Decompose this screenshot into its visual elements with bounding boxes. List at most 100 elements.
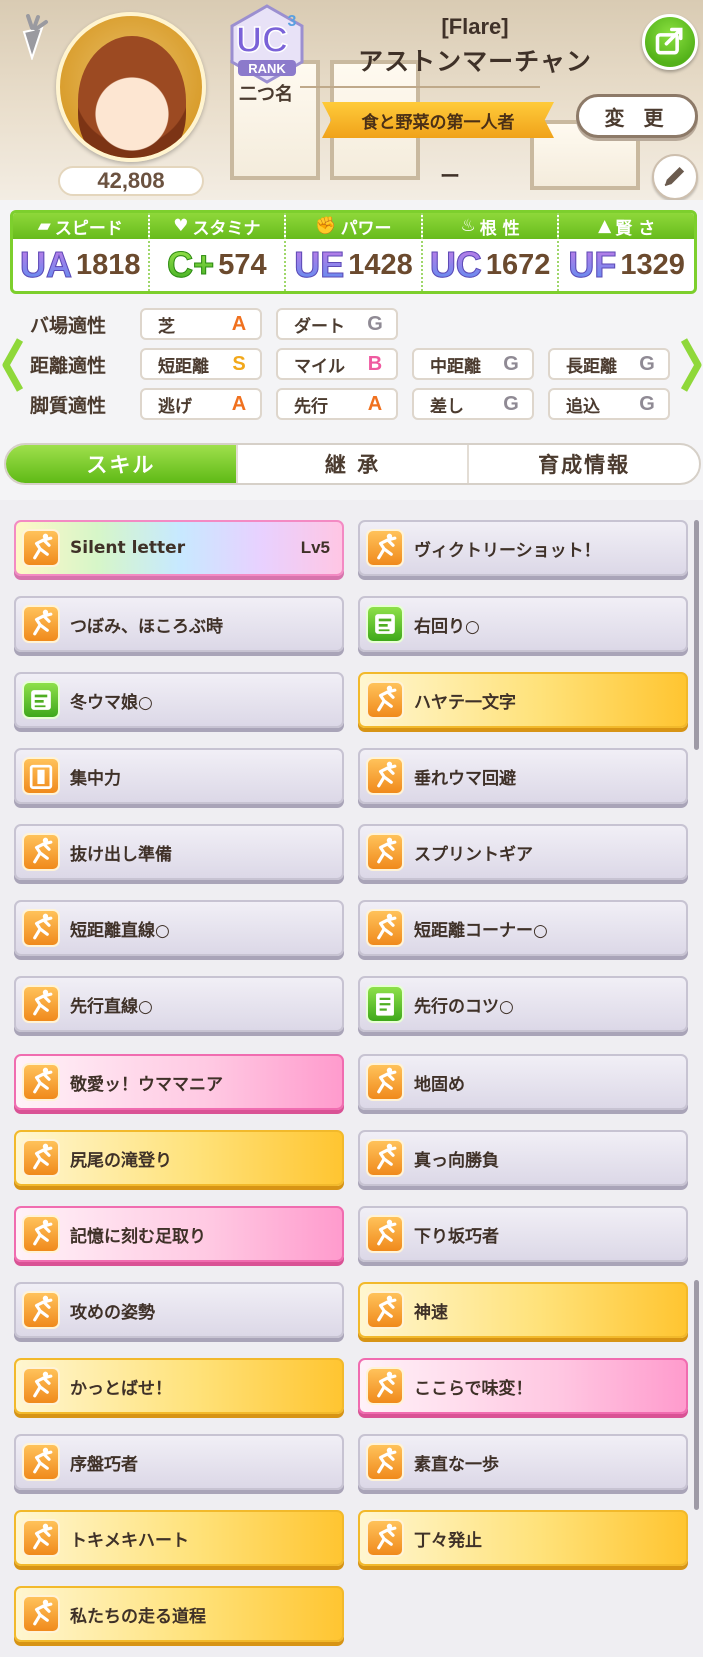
skill-card[interactable]: スプリントギア (358, 824, 688, 880)
stat-power-header: ✊ パワー (286, 213, 421, 239)
skill-name: ハヤテ一文字 (414, 692, 516, 713)
stat-stamina-header: ♥ スタミナ (149, 213, 285, 239)
chevron-left-icon[interactable] (2, 336, 24, 394)
runner-icon (22, 909, 60, 947)
rank-label: RANK (248, 61, 286, 76)
runner-icon (366, 681, 404, 719)
stat-power: ✊ パワー UE 1428 (286, 213, 423, 291)
stat-guts-header: ♨ 根 性 (422, 213, 558, 239)
stat-grade: UC (429, 244, 482, 285)
runner-icon (366, 529, 404, 567)
runner-icon (22, 1215, 60, 1253)
profile-header: 42,808 UC 3 RANK 二つ名 [Flare] アストンマーチャン 食… (0, 0, 703, 200)
change-title-button[interactable]: 変 更 (576, 94, 698, 138)
runner-icon (22, 1139, 60, 1177)
skill-name: トキメキハート (70, 1530, 189, 1551)
aptitude-name: 追込 (566, 396, 600, 417)
stat-card-icon (366, 605, 404, 643)
skill-card[interactable]: ハヤテ一文字 (358, 672, 688, 728)
epithet-text: ー (440, 164, 460, 188)
runner-icon (366, 1367, 404, 1405)
skill-card[interactable]: 尻尾の滝登り (14, 1130, 344, 1186)
skill-card[interactable]: 先行直線○ (14, 976, 344, 1032)
rank-badge-icon[interactable]: UC 3 RANK (226, 4, 308, 84)
character-face (78, 36, 186, 158)
aptitude-name: マイル (294, 356, 345, 377)
skill-card[interactable]: 序盤巧者 (14, 1434, 344, 1490)
skill-card[interactable]: 短距離直線○ (14, 900, 344, 956)
aptitude-label: 距離適性 (30, 354, 107, 377)
aptitude-grade: B (367, 352, 383, 375)
skill-card[interactable]: 先行のコツ○ (358, 976, 688, 1032)
skill-card[interactable]: 神速 (358, 1282, 688, 1338)
scrollbar-thumb[interactable] (694, 520, 699, 750)
skill-card[interactable]: ここらで味変！ (358, 1358, 688, 1414)
skill-name: 敬愛ッ！ウママニア (70, 1074, 223, 1095)
skill-card[interactable]: 短距離コーナー○ (358, 900, 688, 956)
skill-card[interactable]: 集中力 (14, 748, 344, 804)
skill-name: 先行直線○ (70, 996, 153, 1017)
skill-card[interactable]: 記憶に刻む足取り (14, 1206, 344, 1262)
share-button[interactable] (642, 14, 698, 70)
costume-name: [Flare] (441, 14, 509, 39)
skill-name: 右回り○ (414, 616, 480, 637)
skill-card[interactable]: Silent letter Lv5 (14, 520, 344, 576)
skill-card[interactable]: 垂れウマ回避 (358, 748, 688, 804)
aptitude-name: 芝 (158, 316, 175, 337)
character-portrait[interactable] (56, 12, 206, 162)
skill-name: 神速 (414, 1302, 448, 1323)
aptitude-item: 中距離 G (412, 348, 534, 380)
stat-value: 1329 (620, 248, 685, 281)
stat-grade: UE (294, 244, 345, 285)
runner-icon (366, 757, 404, 795)
aptitude-grade: S (232, 352, 246, 375)
tab-skills[interactable]: スキル (6, 445, 238, 483)
tab-training-info[interactable]: 育成情報 (469, 445, 699, 483)
skill-card[interactable]: 真っ向勝負 (358, 1130, 688, 1186)
skill-card[interactable]: 敬愛ッ！ウママニア (14, 1054, 344, 1110)
stat-speed-header: ▰ スピード (13, 213, 148, 239)
aptitude-panel: バ場適性 芝A ダート G 距離適性 短距離 S マイル B 中距離 G 長距離 G 脚質… (0, 300, 703, 430)
heart-icon: ♥ (173, 216, 189, 236)
flame-icon: ♨ (460, 216, 476, 236)
stat-value: 1672 (485, 248, 551, 281)
skill-card[interactable]: 私たちの走る道程 (14, 1586, 344, 1642)
stat-wisdom-header: ▲ 賢 さ (559, 213, 694, 239)
carrot-icon[interactable] (16, 14, 50, 60)
skill-card[interactable]: 下り坂巧者 (358, 1206, 688, 1262)
skill-card[interactable]: 抜け出し準備 (14, 824, 344, 880)
aptitude-item: 先行 A (276, 388, 398, 420)
scrollbar-thumb[interactable] (694, 1280, 699, 1510)
skill-name: 丁々発止 (414, 1530, 482, 1551)
skill-card[interactable]: 丁々発止 (358, 1510, 688, 1566)
share-icon (655, 27, 683, 55)
runner-icon (22, 1519, 60, 1557)
runner-icon (22, 1291, 60, 1329)
aptitude-name: 中距離 (430, 356, 481, 377)
skill-name: 先行のコツ○ (414, 996, 514, 1017)
skill-card[interactable]: トキメキハート (14, 1510, 344, 1566)
skill-card[interactable]: かっとばせ！ (14, 1358, 344, 1414)
runner-icon (22, 1443, 60, 1481)
pencil-icon (664, 166, 685, 187)
skill-card[interactable]: 攻めの姿勢 (14, 1282, 344, 1338)
skill-card[interactable]: 地固め (358, 1054, 688, 1110)
character-name: アストンマーチャン (358, 47, 592, 76)
skill-name: 地固め (414, 1074, 465, 1095)
edit-button[interactable] (652, 154, 698, 200)
tab-inheritance[interactable]: 継 承 (238, 445, 470, 483)
skill-card[interactable]: つぼみ、ほころぶ時 (14, 596, 344, 652)
aptitude-grade: A (367, 392, 383, 415)
stats-panel: ▰ スピード UA 1818 ♥ スタミナ C+ 574 ✊ パワー UE 1428 ♨ 根 … (10, 210, 697, 294)
skill-name: ヴィクトリーショット！ (414, 540, 601, 561)
skill-card[interactable]: 冬ウマ娘○ (14, 672, 344, 728)
aptitude-item: ダート G (276, 308, 398, 340)
skill-name: スプリントギア (414, 844, 533, 865)
title-ribbon: 食と野菜の第一人者 (322, 102, 554, 138)
skill-card[interactable]: 素直な一歩 (358, 1434, 688, 1490)
skill-card[interactable]: 右回り○ (358, 596, 688, 652)
skill-card[interactable]: ヴィクトリーショット！ (358, 520, 688, 576)
aptitude-grade: A (231, 312, 247, 335)
aptitude-item: 差し G (412, 388, 534, 420)
skill-name: 抜け出し準備 (70, 844, 172, 865)
